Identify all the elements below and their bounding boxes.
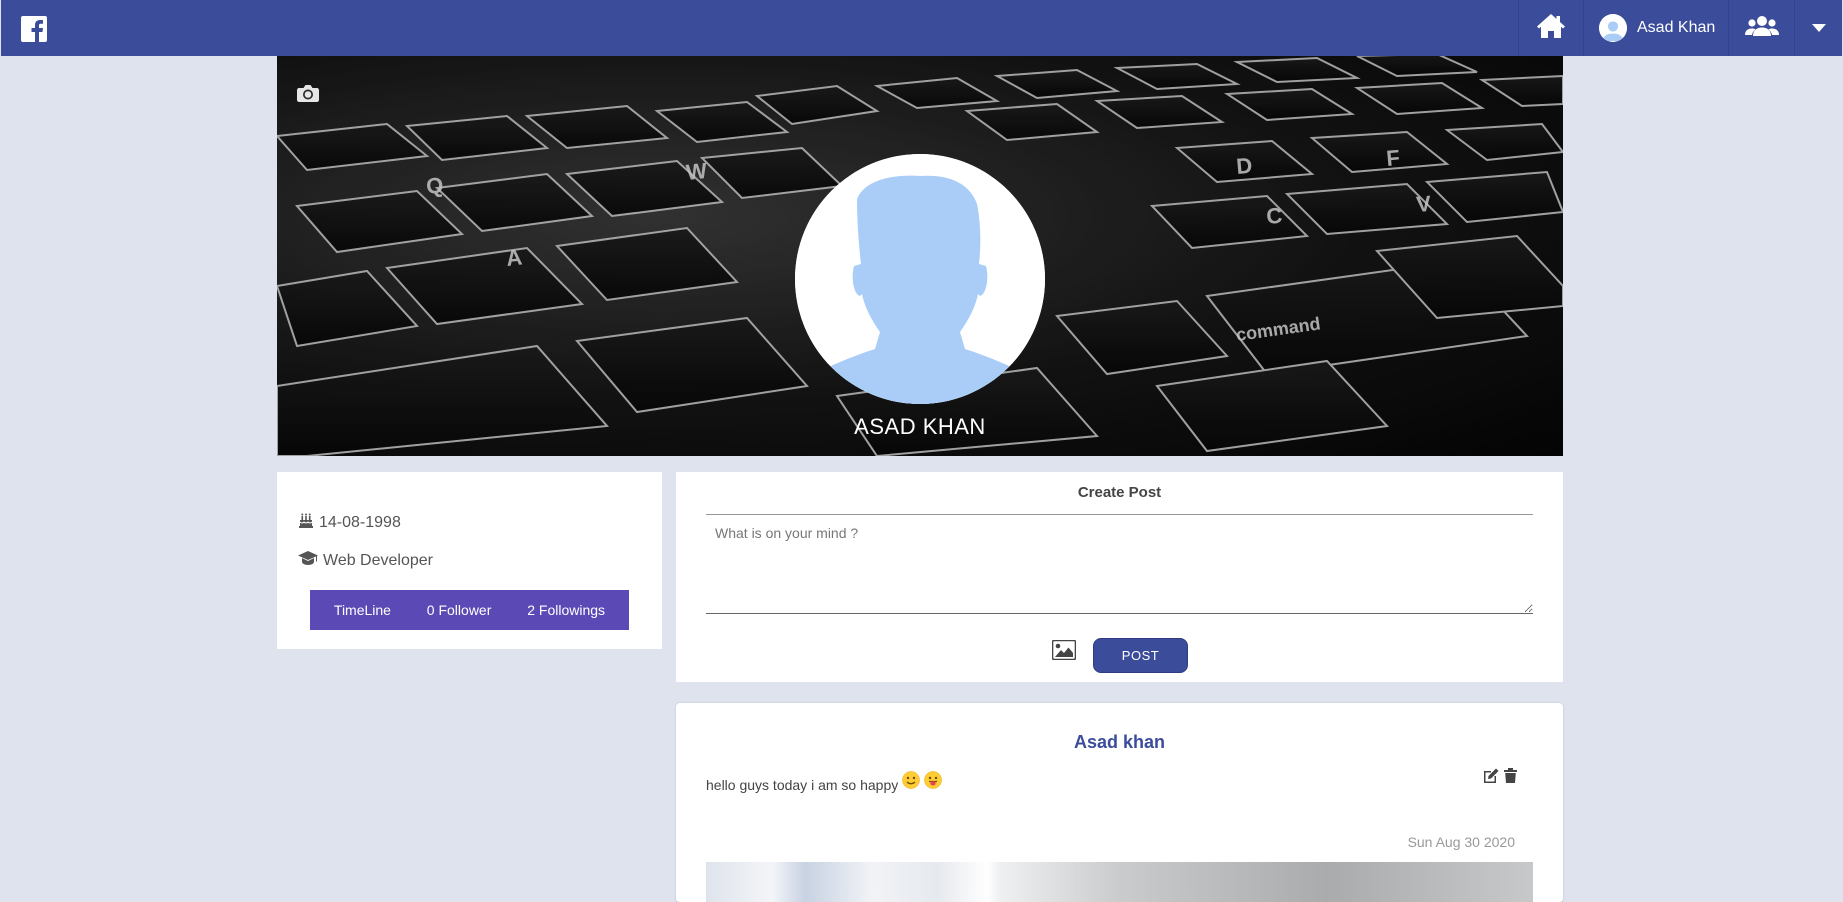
top-navbar: Asad Khan: [1, 0, 1842, 56]
caret-down-icon: [1811, 19, 1826, 37]
image-icon[interactable]: [1051, 639, 1077, 665]
tongue-out-emoji-icon: [924, 770, 942, 792]
default-avatar-icon: [795, 154, 1045, 404]
home-button[interactable]: [1518, 0, 1583, 56]
profile-picture[interactable]: [795, 154, 1045, 404]
edit-icon[interactable]: [1483, 768, 1499, 788]
home-icon: [1536, 13, 1566, 44]
profile-tabs: TimeLine 0 Follower 2 Followings: [310, 590, 629, 630]
profile-info-card: 14-08-1998 Web Developer TimeLine 0 Foll…: [277, 472, 662, 649]
post-body: hello guys today i am so happy: [706, 770, 942, 793]
create-post-title: Create Post: [1077, 484, 1162, 501]
occupation-text: Web Developer: [323, 551, 433, 569]
facebook-logo-icon[interactable]: [21, 16, 47, 42]
tab-followings[interactable]: 2 Followings: [527, 602, 605, 618]
trash-icon[interactable]: [1504, 768, 1517, 788]
profile-name: ASAD KHAN: [854, 414, 986, 439]
cover-photo: Q W A D F C V command ASAD KHAN: [277, 56, 1563, 456]
post-text-input[interactable]: [706, 514, 1533, 614]
post-actions: [1483, 768, 1517, 788]
tab-followers[interactable]: 0 Follower: [427, 602, 492, 618]
birthday-text: 14-08-1998: [319, 513, 401, 531]
tab-timeline[interactable]: TimeLine: [334, 602, 391, 618]
nav-user-name: Asad Khan: [1637, 19, 1716, 36]
user-profile-link[interactable]: Asad Khan: [1583, 0, 1728, 56]
avatar: [1599, 14, 1627, 42]
birthday-row: 14-08-1998: [298, 512, 401, 533]
post-button[interactable]: POST: [1093, 638, 1188, 673]
occupation-row: Web Developer: [298, 551, 433, 570]
account-menu-button[interactable]: [1794, 0, 1842, 56]
friends-icon: [1744, 15, 1779, 42]
birthday-cake-icon: [298, 512, 314, 533]
friends-button[interactable]: [1728, 0, 1794, 56]
post-text: hello guys today i am so happy: [706, 777, 899, 793]
post-card: Asad khan hello guys today i am so happy: [676, 703, 1563, 902]
create-post-card: Create Post POST: [676, 472, 1563, 682]
camera-icon[interactable]: [297, 84, 319, 107]
post-image[interactable]: [706, 862, 1533, 902]
post-author[interactable]: Asad khan: [676, 732, 1563, 753]
graduation-cap-icon: [298, 551, 318, 570]
post-date: Sun Aug 30 2020: [1407, 834, 1515, 850]
slightly-smiling-emoji-icon: [902, 770, 920, 792]
